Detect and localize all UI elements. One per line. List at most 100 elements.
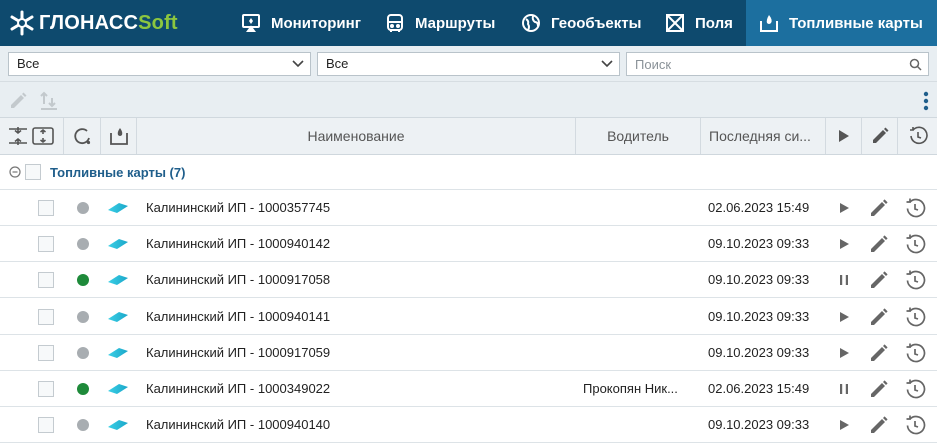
edit-icon[interactable]	[868, 342, 890, 364]
nav-geoobjects-label: Геообъекты	[551, 14, 642, 32]
more-vertical-icon[interactable]	[922, 90, 930, 112]
table-header: Наименование Водитель Последняя си...	[0, 118, 937, 155]
type-column-header[interactable]	[101, 118, 137, 154]
pause-icon[interactable]	[837, 273, 851, 287]
status-dot	[77, 419, 89, 431]
row-name: Калининский ИП - 1000349022	[146, 381, 331, 396]
fuel-card-type-icon	[108, 420, 128, 430]
edit-icon[interactable]	[868, 378, 890, 400]
row-checkbox[interactable]	[38, 381, 54, 397]
play-icon[interactable]	[837, 201, 851, 215]
play-icon[interactable]	[837, 237, 851, 251]
nav-geoobjects[interactable]: Геообъекты	[520, 0, 650, 46]
play-icon[interactable]	[837, 346, 851, 360]
chevron-down-icon	[292, 60, 304, 68]
table-row[interactable]: Калининский ИП - 1000940140 09.10.2023 0…	[0, 407, 937, 443]
fuel-card-type-icon	[108, 239, 128, 249]
app-logo[interactable]: ГЛОНАССSoft	[8, 9, 178, 37]
table-row[interactable]: Калининский ИП - 1000917059 09.10.2023 0…	[0, 335, 937, 371]
play-icon[interactable]	[837, 310, 851, 324]
field-icon	[666, 14, 684, 32]
nav-fields[interactable]: Поля	[664, 0, 744, 46]
search-input[interactable]	[627, 53, 897, 75]
history-icon[interactable]	[904, 306, 926, 328]
filter-select-2[interactable]: Все	[317, 52, 620, 76]
refresh-status-icon	[74, 128, 91, 145]
row-driver: Прокопян Ник...	[583, 381, 678, 396]
edit-icon[interactable]	[868, 233, 890, 255]
row-last-signal: 09.10.2023 09:33	[708, 309, 810, 324]
row-name: Калининский ИП - 1000940141	[146, 309, 331, 324]
status-dot	[77, 238, 89, 250]
history-icon[interactable]	[904, 233, 926, 255]
nav-monitoring[interactable]: Мониторинг	[240, 0, 370, 46]
row-checkbox[interactable]	[38, 236, 54, 252]
collapse-group-icon[interactable]	[9, 166, 21, 178]
history-icon[interactable]	[904, 197, 926, 219]
play-column-header[interactable]	[826, 118, 862, 154]
status-dot	[77, 383, 89, 395]
nav-fuel-cards[interactable]: Топливные карты	[746, 0, 937, 46]
history-icon[interactable]	[904, 378, 926, 400]
edit-icon	[872, 127, 888, 143]
row-last-signal: 02.06.2023 15:49	[708, 381, 810, 396]
group-checkbox[interactable]	[25, 164, 41, 180]
group-title: Топливные карты (7)	[50, 165, 186, 180]
table-row[interactable]: Калининский ИП - 1000940142 09.10.2023 0…	[0, 226, 937, 262]
row-checkbox[interactable]	[38, 417, 54, 433]
row-last-signal: 09.10.2023 09:33	[708, 417, 810, 432]
row-checkbox[interactable]	[38, 309, 54, 325]
fuel-card-type-icon	[108, 384, 128, 394]
filter-select-1[interactable]: Все	[8, 52, 311, 76]
row-checkbox[interactable]	[38, 200, 54, 216]
status-column-header[interactable]	[64, 118, 101, 154]
table-row[interactable]: Калининский ИП - 1000357745 02.06.2023 1…	[0, 190, 937, 226]
play-icon[interactable]	[837, 418, 851, 432]
row-checkbox[interactable]	[38, 345, 54, 361]
expand-collapse-header[interactable]	[0, 118, 64, 154]
search-box	[626, 52, 929, 76]
column-header-name[interactable]: Наименование	[137, 118, 576, 154]
export-icon[interactable]	[38, 90, 60, 112]
expand-collapse-icon	[8, 127, 54, 145]
bus-icon	[387, 14, 403, 32]
pause-icon[interactable]	[837, 382, 851, 396]
nav-fuel-cards-label: Топливные карты	[789, 14, 923, 32]
edit-column-header[interactable]	[862, 118, 898, 154]
history-column-header[interactable]	[898, 118, 937, 154]
table-row[interactable]: Калининский ИП - 1000349022 Прокопян Ник…	[0, 371, 937, 407]
column-header-driver[interactable]: Водитель	[576, 118, 701, 154]
monitor-icon	[242, 14, 260, 32]
row-last-signal: 09.10.2023 09:33	[708, 345, 810, 360]
edit-icon[interactable]	[868, 414, 890, 436]
top-navigation-bar: ГЛОНАССSoft Мониторинг Маршруты Геообъек…	[0, 0, 937, 46]
nav-routes-label: Маршруты	[415, 14, 496, 32]
search-icon[interactable]	[909, 58, 922, 71]
column-header-last-signal[interactable]: Последняя си...	[701, 118, 826, 154]
edit-icon[interactable]	[868, 269, 890, 291]
status-dot	[77, 347, 89, 359]
row-last-signal: 09.10.2023 09:33	[708, 236, 810, 251]
chevron-down-icon	[601, 60, 613, 68]
row-name: Калининский ИП - 1000917058	[146, 272, 331, 287]
history-icon[interactable]	[904, 342, 926, 364]
table-row[interactable]: Калининский ИП - 1000917058 09.10.2023 0…	[0, 262, 937, 298]
row-name: Калининский ИП - 1000917059	[146, 345, 331, 360]
nav-routes[interactable]: Маршруты	[384, 0, 509, 46]
edit-icon[interactable]	[868, 197, 890, 219]
row-last-signal: 09.10.2023 09:33	[708, 272, 810, 287]
status-dot	[77, 202, 89, 214]
table-row[interactable]: Калининский ИП - 1000940141 09.10.2023 0…	[0, 299, 937, 335]
row-checkbox[interactable]	[38, 272, 54, 288]
edit-icon[interactable]	[868, 306, 890, 328]
fuel-card-type-icon	[108, 203, 128, 213]
logo-star-icon	[10, 10, 34, 36]
toolbar	[0, 82, 937, 118]
history-icon[interactable]	[904, 269, 926, 291]
status-dot	[77, 311, 89, 323]
group-row[interactable]: Топливные карты (7)	[0, 155, 937, 190]
edit-icon[interactable]	[8, 91, 28, 111]
history-icon[interactable]	[904, 414, 926, 436]
nav-monitoring-label: Мониторинг	[271, 14, 361, 32]
play-icon	[838, 130, 849, 142]
